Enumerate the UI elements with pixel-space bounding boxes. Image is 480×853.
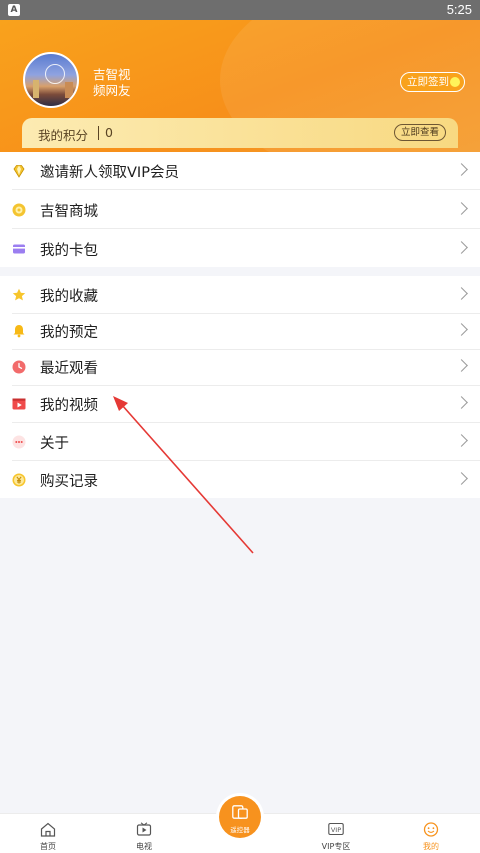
video-icon [12,398,26,410]
menu-item-label: 邀请新人领取VIP会员 [40,165,179,181]
menu-item-label: 购买记录 [40,474,98,490]
diamond-icon [13,165,25,178]
menu-item-invite-vip[interactable]: 邀请新人领取VIP会员 [0,152,480,190]
tab-mine-label: 我的 [423,842,439,851]
chevron-right-icon [455,472,468,485]
menu-item-my-videos[interactable]: 我的视频 [0,385,480,423]
tab-vip-label: VIP专区 [321,842,351,851]
chevron-right-icon [455,434,468,447]
shop-coin-icon [12,203,26,217]
menu-item-label: 吉智商城 [40,204,98,220]
star-icon [12,288,26,301]
bell-icon [13,325,25,338]
chevron-right-icon [455,287,468,300]
tab-vip[interactable]: VIP VIP专区 [304,814,368,853]
tab-home[interactable]: 首页 [16,814,80,853]
view-points-button[interactable]: 立即查看 [394,124,446,141]
remote-control-label: 遥控器 [230,826,250,834]
menu-item-favorites[interactable]: 我的收藏 [0,276,480,314]
ellipsis-icon [12,435,26,449]
menu-item-shop[interactable]: 吉智商城 [0,191,480,229]
checkin-button[interactable]: 立即签到 [400,72,465,92]
menu-group-secondary: 我的收藏 我的预定 最近观看 我的视频 关于 购买记录 [0,276,480,498]
menu-item-label: 我的预定 [40,325,98,341]
svg-text:VIP: VIP [331,826,341,834]
points-value: 0 [105,125,113,140]
chevron-right-icon [455,202,468,215]
remote-control-icon [232,805,248,819]
menu-item-label: 最近观看 [40,361,98,377]
points-card: 我的积分 0 立即查看 [22,118,458,148]
card-wallet-icon [13,244,25,254]
menu-item-about[interactable]: 关于 [0,423,480,461]
checkin-label: 立即签到 [407,76,449,88]
smiley-face-icon [423,822,439,837]
tab-mine[interactable]: 我的 [399,814,463,853]
points-label: 我的积分 [38,128,89,143]
status-clock: 5:25 [446,2,472,17]
menu-item-reservations[interactable]: 我的预定 [0,312,480,350]
chevron-right-icon [455,323,468,336]
chevron-right-icon [455,163,468,176]
chevron-right-icon [455,241,468,254]
points-divider [98,126,99,140]
menu-item-label: 我的视频 [40,398,98,414]
menu-item-label: 关于 [40,436,69,452]
username: 吉智视频网友 [93,67,131,98]
menu-item-label: 我的卡包 [40,243,98,259]
menu-group-primary: 邀请新人领取VIP会员 吉智商城 我的卡包 [0,152,480,267]
tab-tv[interactable]: 电视 [112,814,176,853]
avatar[interactable] [23,52,79,108]
tv-icon [136,822,152,836]
menu-item-label: 我的收藏 [40,289,98,305]
tab-tv-label: 电视 [136,842,152,851]
menu-item-card-wallet[interactable]: 我的卡包 [0,230,480,268]
notification-a-icon: A [8,4,20,16]
menu-item-recently-watched[interactable]: 最近观看 [0,348,480,386]
chevron-right-icon [455,396,468,409]
home-icon [40,822,56,837]
yuan-coin-icon [12,473,26,487]
menu-item-purchase-history[interactable]: 购买记录 [0,461,480,499]
status-bar: A 5:25 [0,0,480,20]
remote-control-button[interactable]: 遥控器 [219,796,261,838]
vip-icon: VIP [328,822,344,836]
tab-home-label: 首页 [40,842,56,851]
clock-icon [12,360,26,374]
chevron-right-icon [455,359,468,372]
coin-dot-icon [450,77,460,87]
